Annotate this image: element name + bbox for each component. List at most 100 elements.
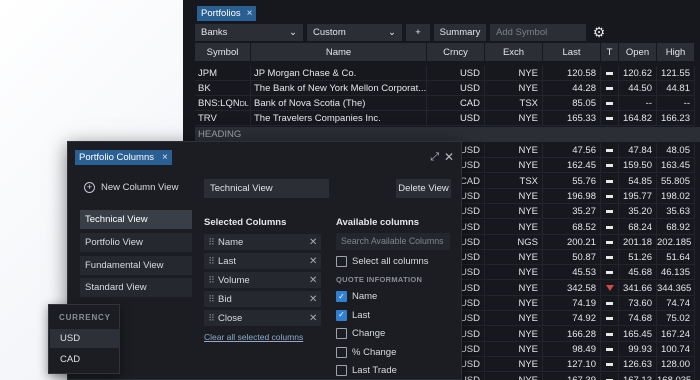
view-item-fundamental[interactable]: Fundamental View [80, 256, 192, 275]
search-available-columns-input[interactable]: Search Available Columns [336, 233, 450, 250]
available-column-checkbox[interactable]: Last Trade [336, 365, 397, 376]
cell-last: 45.53 [543, 265, 601, 281]
available-column-checkbox[interactable]: ✓ Last [336, 309, 370, 321]
selected-column-item[interactable]: ⠿ Bid ✕ [204, 291, 321, 307]
view-item-portfolio[interactable]: Portfolio View [80, 233, 192, 252]
flat-trend-icon [606, 363, 613, 367]
cell-high: 344.365 [657, 280, 695, 296]
gear-icon[interactable]: ⚙ [590, 24, 608, 41]
cell-exchange: NYE [485, 250, 543, 266]
clear-all-selected-link[interactable]: Clear all selected columns [204, 332, 303, 342]
selected-column-label: Bid [218, 293, 232, 305]
tab-portfolios[interactable]: Portfolios × [197, 6, 257, 21]
close-icon[interactable]: ✕ [444, 150, 454, 164]
flat-trend-icon [606, 87, 613, 90]
table-row[interactable]: TRV The Travelers Companies Inc. USD NYE… [195, 111, 695, 126]
expand-icon[interactable]: ⤢ [430, 151, 439, 164]
remove-icon[interactable]: ✕ [309, 237, 321, 248]
selected-column-label: Last [218, 255, 236, 267]
add-button[interactable]: + [406, 23, 430, 41]
tab-portfolio-columns[interactable]: Portfolio Columns × [75, 150, 172, 165]
cell-exchange: NYE [485, 158, 543, 174]
remove-icon[interactable]: ✕ [309, 256, 321, 267]
flat-trend-icon [606, 194, 613, 198]
drag-handle-icon[interactable]: ⠿ [204, 237, 218, 248]
drag-handle-icon[interactable]: ⠿ [204, 275, 218, 286]
new-column-view-label: New Column View [101, 182, 179, 193]
column-header-last[interactable]: Last [543, 43, 601, 61]
cell-name: Bank of Nova Scotia (The) [251, 96, 427, 111]
column-header-exchange[interactable]: Exch [485, 43, 543, 61]
flat-trend-icon [606, 271, 613, 275]
available-column-checkbox[interactable]: ✓ Name [336, 291, 377, 302]
available-column-label: Name [352, 291, 378, 302]
flat-trend-icon [606, 256, 613, 260]
view-item-technical[interactable]: Technical View [80, 210, 192, 229]
drag-handle-icon[interactable]: ⠿ [204, 256, 218, 267]
selected-column-item[interactable]: ⠿ Volume ✕ [204, 272, 321, 288]
cell-last: 35.27 [543, 204, 601, 220]
portfolio-select[interactable]: Banks ⌄ [195, 23, 303, 41]
close-icon[interactable]: × [162, 150, 168, 165]
remove-icon[interactable]: ✕ [309, 275, 321, 286]
cell-open: -- [619, 96, 657, 111]
currency-option-usd[interactable]: USD [50, 329, 120, 348]
cell-open: 164.82 [619, 111, 657, 126]
view-name-input[interactable]: Technical View [204, 179, 329, 198]
column-header-trend[interactable]: T [601, 43, 619, 61]
selected-column-item[interactable]: ⠿ Close ✕ [204, 310, 321, 326]
group-heading-row[interactable]: HEADING [195, 127, 700, 142]
column-header-open[interactable]: Open [619, 43, 657, 61]
selected-column-item[interactable]: ⠿ Last ✕ [204, 253, 321, 269]
cell-exchange: NYE [485, 311, 543, 327]
cell-high: 51.64 [657, 250, 695, 266]
flat-trend-icon [606, 149, 613, 152]
drag-handle-icon[interactable]: ⠿ [204, 313, 218, 324]
cell-currency: USD [427, 66, 485, 81]
remove-icon[interactable]: ✕ [309, 294, 321, 305]
cell-last: 200.21 [543, 234, 601, 250]
cell-open: 201.18 [619, 234, 657, 250]
delete-view-button[interactable]: Delete View [396, 179, 451, 198]
selected-column-item[interactable]: ⠿ Name ✕ [204, 234, 321, 250]
cell-exchange: NYE [485, 111, 543, 126]
view-select[interactable]: Custom ⌄ [307, 23, 402, 41]
available-column-checkbox[interactable]: % Change [336, 346, 396, 358]
cell-last: 74.92 [543, 311, 601, 327]
new-column-view-button[interactable]: + New Column View [84, 182, 178, 193]
view-item-standard[interactable]: Standard View [80, 278, 192, 297]
cell-last: 127.10 [543, 357, 601, 373]
column-header-currency[interactable]: Crncy [427, 43, 485, 61]
cell-trend [601, 81, 619, 96]
column-header-high[interactable]: High [657, 43, 695, 61]
drag-handle-icon[interactable]: ⠿ [204, 294, 218, 305]
cell-name: The Travelers Companies Inc. [251, 111, 427, 126]
cell-open: 45.68 [619, 265, 657, 281]
cell-last: 166.28 [543, 326, 601, 342]
cell-last: 342.58 [543, 280, 601, 296]
add-symbol-input[interactable]: Add Symbol [490, 23, 586, 41]
remove-icon[interactable]: ✕ [309, 313, 321, 324]
cell-trend [601, 250, 619, 266]
table-row[interactable]: BNS:LQNDL Bank of Nova Scotia (The) CAD … [195, 96, 695, 111]
summary-button[interactable]: Summary [434, 23, 486, 41]
currency-option-cad[interactable]: CAD [50, 350, 120, 369]
column-header-symbol[interactable]: Symbol [195, 43, 251, 61]
select-all-checkbox[interactable]: Select all columns [336, 256, 429, 267]
grid-header: Symbol Name Crncy Exch Last T Open High [195, 43, 695, 61]
cell-trend [601, 96, 619, 111]
cell-last: 167.39 [543, 372, 601, 380]
column-header-name[interactable]: Name [251, 43, 427, 61]
cell-high: 35.63 [657, 204, 695, 220]
flat-trend-icon [606, 302, 613, 305]
portfolio-toolbar: Banks ⌄ Custom ⌄ + Summary Add Symbol ⚙ [195, 23, 608, 41]
available-column-checkbox[interactable]: Change [336, 328, 385, 339]
quote-information-section-label: QUOTE INFORMATION [336, 275, 423, 284]
table-row[interactable]: JPM JP Morgan Chase & Co. USD NYE 120.58… [195, 66, 695, 81]
cell-currency: CAD [427, 96, 485, 111]
cell-high: 48.05 [657, 143, 695, 158]
table-row[interactable]: BK The Bank of New York Mellon Corporat.… [195, 81, 695, 96]
cell-name: The Bank of New York Mellon Corporat... [251, 81, 427, 96]
close-icon[interactable]: × [247, 6, 253, 21]
cell-last: 165.33 [543, 111, 601, 126]
